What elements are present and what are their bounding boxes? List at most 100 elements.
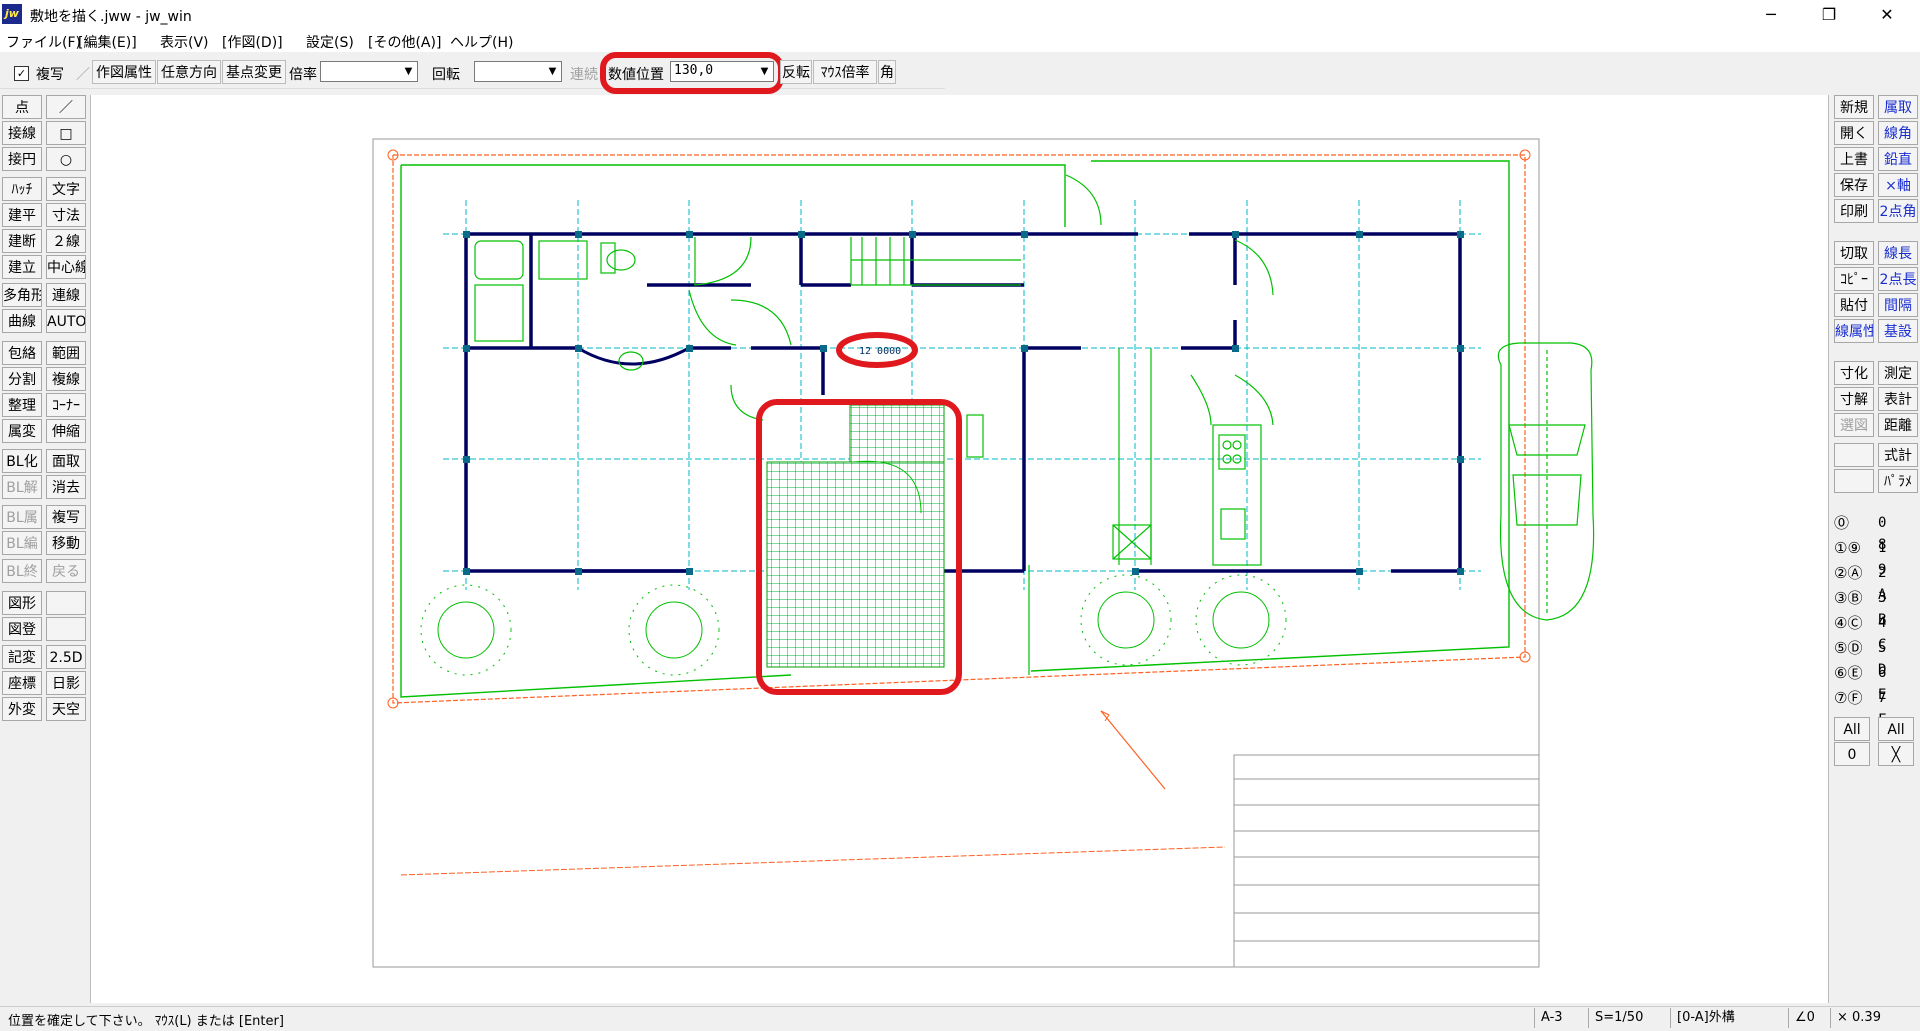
right-tool-button-5-0[interactable]: 切取 (1834, 241, 1874, 265)
minimize-button[interactable]: ─ (1748, 0, 1794, 30)
right-tool-button-9-0[interactable]: 寸化 (1834, 361, 1874, 385)
tool-button-12-0[interactable]: 属変 (2, 419, 42, 443)
tool-button-15-1[interactable]: 複写 (46, 505, 86, 529)
right-tool-button-0-0[interactable]: 新規 (1834, 95, 1874, 119)
floor-plan-drawing[interactable]: 12 0000 (91, 95, 1828, 1003)
scale-combo[interactable]: ▼ (320, 61, 418, 82)
menu-other[interactable]: [その他(A)] (368, 32, 441, 52)
right-tool-button-11-0[interactable]: 選図 (1834, 413, 1874, 437)
angle-button[interactable]: 角 (878, 60, 896, 84)
layer-button-1[interactable]: 1 9 (1878, 537, 1918, 578)
tool-button-5-1[interactable]: ２線 (46, 229, 86, 253)
layer-button-5[interactable]: 5 D (1878, 637, 1918, 678)
tool-button-0-1[interactable]: ／ (46, 95, 86, 119)
tool-button-20-1[interactable]: 2.5D (46, 645, 86, 669)
right-tool-button-9-1[interactable]: 測定 (1878, 361, 1918, 385)
tool-button-13-0[interactable]: BL化 (2, 449, 42, 473)
flip-button[interactable]: 反転 (780, 60, 812, 84)
menu-edit[interactable]: [編集(E)] (78, 32, 137, 52)
paper-size[interactable]: A-3 (1534, 1008, 1588, 1028)
right-tool-button-1-1[interactable]: 線角 (1878, 121, 1918, 145)
tool-button-10-0[interactable]: 分割 (2, 367, 42, 391)
right-tool-button-3-1[interactable]: ×軸 (1878, 173, 1918, 197)
tool-button-1-0[interactable]: 接線 (2, 121, 42, 145)
tool-button-7-1[interactable]: 連線 (46, 283, 86, 307)
layer-button-2[interactable]: 2 A (1878, 562, 1918, 603)
menu-draw[interactable]: [作図(D)] (222, 32, 283, 52)
chevron-down-icon[interactable]: ▼ (544, 62, 561, 81)
layer-all-left-button[interactable]: All (1834, 717, 1870, 741)
tool-button-4-1[interactable]: 寸法 (46, 203, 86, 227)
right-tool-button-13-1[interactable]: ﾊﾟﾗﾒ (1878, 469, 1918, 493)
layer-button-0[interactable]: 0 8 (1878, 512, 1918, 553)
tool-button-11-1[interactable]: ｺｰﾅｰ (46, 393, 86, 417)
right-tool-button-2-1[interactable]: 鉛直 (1878, 147, 1918, 171)
right-tool-button-4-1[interactable]: 2点角 (1878, 199, 1918, 223)
tool-button-21-0[interactable]: 座標 (2, 671, 42, 695)
right-tool-button-10-1[interactable]: 表計 (1878, 387, 1918, 411)
menu-settings[interactable]: 設定(S) (306, 32, 354, 52)
right-tool-button-11-1[interactable]: 距離 (1878, 413, 1918, 437)
tool-button-0-0[interactable]: 点 (2, 95, 42, 119)
drawing-canvas[interactable]: 12 0000 (90, 95, 1829, 1003)
tool-button-10-1[interactable]: 複線 (46, 367, 86, 391)
right-tool-button-1-0[interactable]: 開く (1834, 121, 1874, 145)
layer-group-button-7[interactable]: ⑦Ⓕ (1834, 687, 1874, 709)
layer-group-button-4[interactable]: ④Ⓒ (1834, 612, 1874, 634)
tool-button-6-0[interactable]: 建立 (2, 255, 42, 279)
chevron-down-icon[interactable]: ▼ (400, 62, 417, 81)
tool-button-2-0[interactable]: 接円 (2, 147, 42, 171)
current-layer[interactable]: [0-A]外構 (1670, 1008, 1788, 1028)
tool-button-17-1[interactable]: 戻る (46, 559, 86, 583)
tool-button-11-0[interactable]: 整理 (2, 393, 42, 417)
layer-button-6[interactable]: 6 E (1878, 662, 1918, 703)
tool-button-9-1[interactable]: 範囲 (46, 341, 86, 365)
tool-button-8-0[interactable]: 曲線 (2, 309, 42, 333)
tool-button-21-1[interactable]: 日影 (46, 671, 86, 695)
layer-button-4[interactable]: 4 C (1878, 612, 1918, 653)
right-tool-button-13-0[interactable] (1834, 469, 1874, 493)
tool-button-18-0[interactable]: 図形 (2, 591, 42, 615)
rotate-combo[interactable]: ▼ (474, 61, 562, 82)
layer-group-button-5[interactable]: ⑤Ⓓ (1834, 637, 1874, 659)
angle-indicator[interactable]: ∠0 (1788, 1008, 1830, 1028)
right-tool-button-6-1[interactable]: 2点長 (1878, 267, 1918, 291)
tool-button-16-1[interactable]: 移動 (46, 531, 86, 555)
base-point-change-button[interactable]: 基点変更 (222, 60, 286, 84)
tool-button-3-0[interactable]: ﾊｯﾁ (2, 177, 42, 201)
right-tool-button-12-0[interactable] (1834, 443, 1874, 467)
zoom-indicator[interactable]: × 0.39 (1830, 1008, 1920, 1028)
layer-group-button-3[interactable]: ③Ⓑ (1834, 587, 1874, 609)
tool-button-4-0[interactable]: 建平 (2, 203, 42, 227)
tool-button-15-0[interactable]: BL属 (2, 505, 42, 529)
tool-button-13-1[interactable]: 面取 (46, 449, 86, 473)
tool-button-20-0[interactable]: 記変 (2, 645, 42, 669)
menu-help[interactable]: ヘルプ(H) (450, 32, 513, 52)
layer-group-button-0[interactable]: ⓪ (1834, 512, 1874, 534)
tool-button-7-0[interactable]: 多角形 (2, 283, 42, 307)
tool-button-22-0[interactable]: 外変 (2, 697, 42, 721)
mouse-scale-button[interactable]: ﾏｳｽ倍率 (813, 60, 877, 84)
layer-cross-button[interactable]: ╳ (1878, 742, 1914, 766)
continuous-button[interactable]: 連続 (570, 64, 598, 84)
menu-view[interactable]: 表示(V) (160, 32, 209, 52)
right-tool-button-8-0[interactable]: 線属性 (1834, 319, 1874, 343)
layer-group-button-1[interactable]: ①⑨ (1834, 537, 1874, 559)
tool-button-18-1[interactable] (46, 591, 86, 615)
layer-button-3[interactable]: 3 B (1878, 587, 1918, 628)
tool-button-16-0[interactable]: BL編 (2, 531, 42, 555)
tool-button-8-1[interactable]: AUTO (46, 309, 86, 333)
tool-button-17-0[interactable]: BL終 (2, 559, 42, 583)
tool-button-1-1[interactable]: □ (46, 121, 86, 145)
tool-button-6-1[interactable]: 中心線 (46, 255, 86, 279)
tool-button-5-0[interactable]: 建断 (2, 229, 42, 253)
right-tool-button-2-0[interactable]: 上書 (1834, 147, 1874, 171)
right-tool-button-8-1[interactable]: 基設 (1878, 319, 1918, 343)
any-direction-button[interactable]: 任意方向 (157, 60, 221, 84)
tool-button-19-1[interactable] (46, 617, 86, 641)
right-tool-button-6-0[interactable]: ｺﾋﾟｰ (1834, 267, 1874, 291)
tool-button-12-1[interactable]: 伸縮 (46, 419, 86, 443)
tool-button-14-1[interactable]: 消去 (46, 475, 86, 499)
layer-group-button-2[interactable]: ②Ⓐ (1834, 562, 1874, 584)
tool-button-22-1[interactable]: 天空 (46, 697, 86, 721)
